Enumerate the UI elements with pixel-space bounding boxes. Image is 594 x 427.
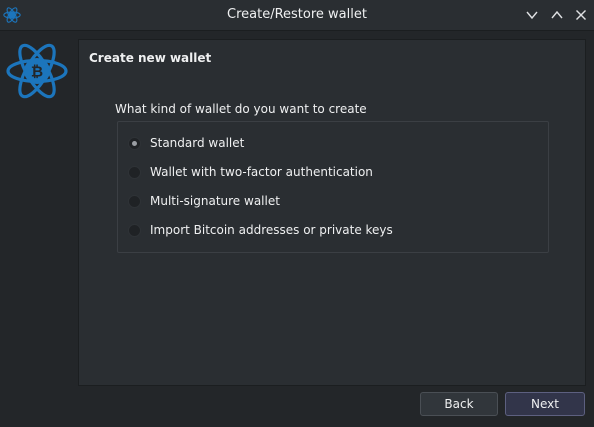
radio-button[interactable]: [128, 223, 141, 237]
close-icon[interactable]: [571, 5, 591, 25]
option-two-factor-wallet[interactable]: Wallet with two-factor authentication: [128, 163, 373, 181]
wallet-wizard-window: Create/Restore wallet ₿ Create new walle…: [0, 0, 594, 427]
next-button[interactable]: Next: [505, 392, 585, 416]
option-label: Standard wallet: [150, 136, 245, 150]
option-label: Wallet with two-factor authentication: [150, 165, 373, 179]
option-standard-wallet[interactable]: Standard wallet: [128, 134, 244, 152]
option-multisig-wallet[interactable]: Multi-signature wallet: [128, 192, 280, 210]
radio-button-selected[interactable]: [128, 136, 141, 150]
option-import-addresses[interactable]: Import Bitcoin addresses or private keys: [128, 221, 393, 239]
radio-button[interactable]: [128, 194, 141, 208]
titlebar: Create/Restore wallet: [0, 0, 594, 31]
maximize-icon[interactable]: [547, 5, 567, 25]
option-label: Multi-signature wallet: [150, 194, 280, 208]
back-button[interactable]: Back: [420, 392, 498, 416]
electrum-logo-icon: ₿: [5, 39, 69, 103]
wallet-type-group: Standard wallet Wallet with two-factor a…: [117, 121, 549, 253]
wallet-type-question: What kind of wallet do you want to creat…: [115, 102, 367, 116]
minimize-icon[interactable]: [522, 5, 542, 25]
radio-button[interactable]: [128, 165, 141, 179]
window-title: Create/Restore wallet: [227, 7, 367, 22]
wizard-panel: Create new wallet What kind of wallet do…: [78, 39, 586, 386]
svg-text:₿: ₿: [31, 63, 43, 81]
panel-heading: Create new wallet: [89, 51, 212, 65]
option-label: Import Bitcoin addresses or private keys: [150, 223, 393, 237]
